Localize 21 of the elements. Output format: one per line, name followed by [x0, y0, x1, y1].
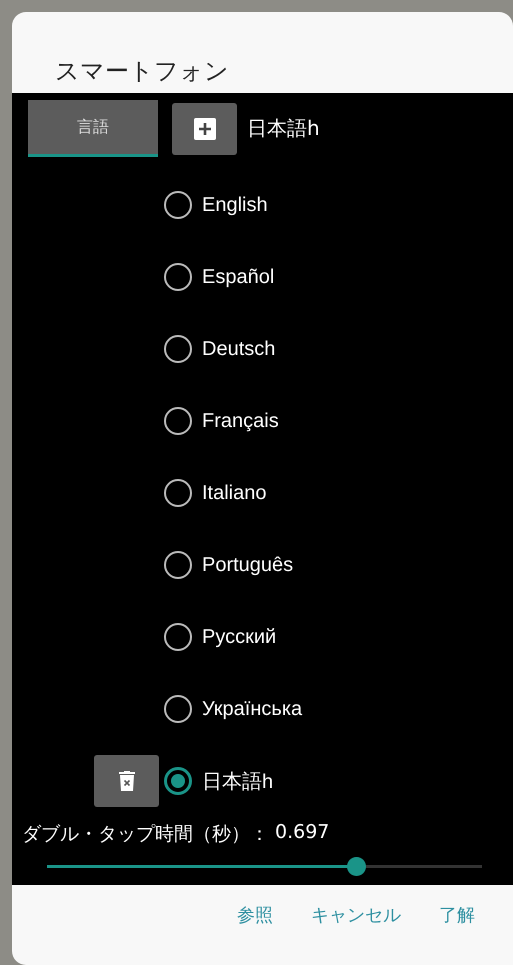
language-radio[interactable]: Português	[164, 551, 294, 579]
add-button[interactable]	[172, 102, 237, 154]
delete-button[interactable]	[94, 755, 159, 807]
plus-icon	[194, 118, 216, 140]
language-radio[interactable]: Français	[164, 407, 279, 435]
dialog-button[interactable]: 了解	[439, 903, 475, 927]
language-radio[interactable]: English	[164, 191, 268, 219]
language-radio[interactable]: 日本語h	[164, 767, 274, 795]
dialog-title: スマートフォン	[55, 56, 229, 87]
language-radio[interactable]: Русский	[164, 623, 276, 651]
double-tap-label: ダブル・タップ時間（秒）：	[22, 822, 269, 847]
language-tab[interactable]: 言語	[28, 100, 158, 157]
current-language: 日本語h	[247, 115, 320, 142]
language-radio[interactable]: Español	[164, 263, 274, 291]
language-radio[interactable]: Italiano	[164, 479, 266, 507]
dialog-button[interactable]: キャンセル	[311, 903, 401, 927]
language-radio[interactable]: Українська	[164, 695, 302, 723]
dialog-button[interactable]: 参照	[237, 903, 273, 927]
double-tap-value: 0.697	[275, 821, 330, 845]
language-radio[interactable]: Deutsch	[164, 335, 276, 363]
trash-icon	[118, 771, 134, 791]
